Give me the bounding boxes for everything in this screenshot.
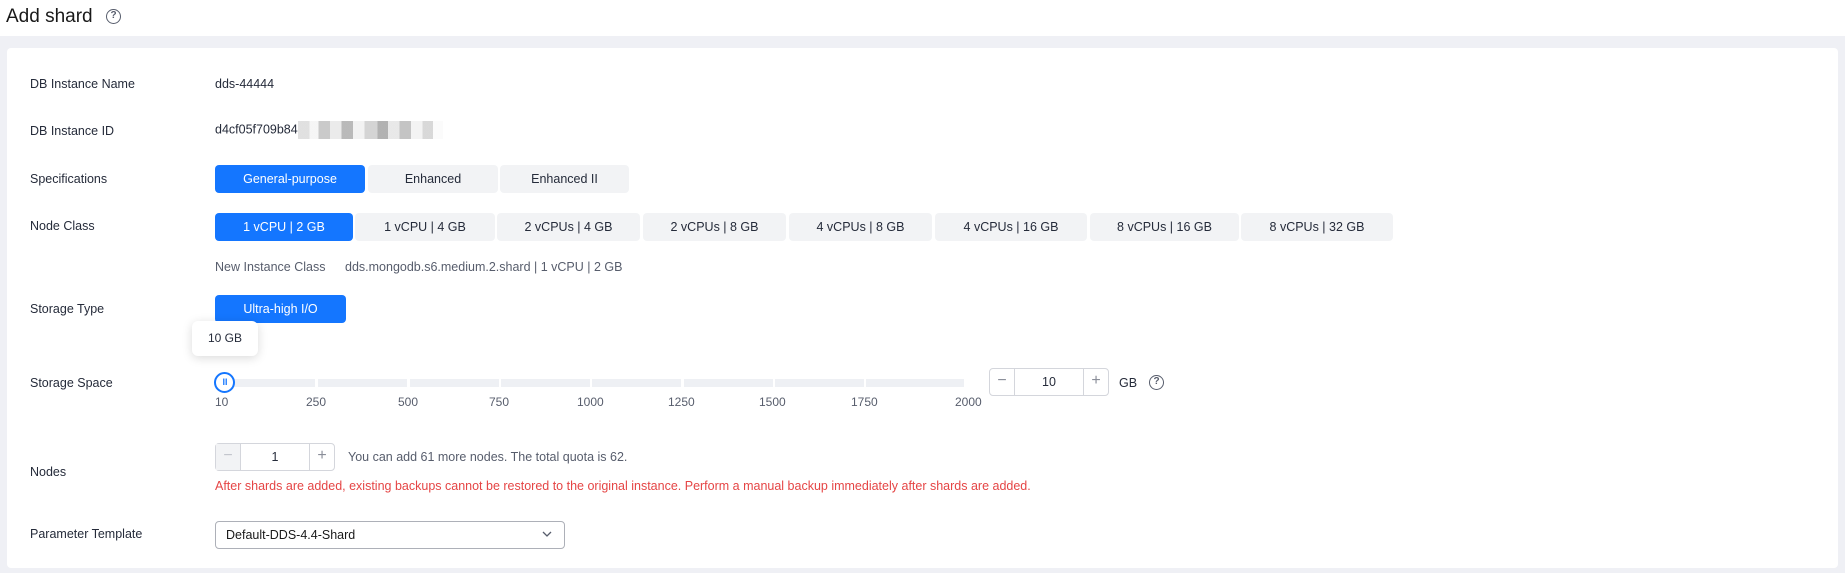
spec-option-enhanced-ii[interactable]: Enhanced II [500, 165, 629, 193]
parameter-template-value: Default-DDS-4.4-Shard [226, 528, 356, 542]
node-class-label: Node Class [30, 219, 95, 233]
slider-tick-label: 1750 [851, 395, 878, 409]
slider-tick-label: 750 [489, 395, 510, 409]
specifications-label: Specifications [30, 172, 108, 186]
slider-tick-label: 1250 [668, 395, 695, 409]
nodes-quota-hint: You can add 61 more nodes. The total quo… [348, 450, 628, 464]
node-class-option-6[interactable]: 4 vCPUs | 16 GB [935, 213, 1087, 241]
storage-help-icon[interactable]: ? [1149, 375, 1164, 390]
storage-decrement-button[interactable]: − [990, 369, 1015, 395]
page-header: Add shard ? [0, 0, 1845, 36]
storage-slider-handle[interactable]: III [214, 372, 235, 393]
storage-unit-label: GB [1119, 376, 1138, 390]
storage-space-stepper: − 10 + [989, 368, 1109, 396]
instance-id-text: d4cf05f709b84 [215, 122, 298, 137]
spec-option-enhanced[interactable]: Enhanced [368, 165, 498, 193]
slider-track-segment[interactable] [592, 379, 681, 387]
nodes-stepper: − 1 + [215, 443, 335, 471]
new-instance-class-label: New Instance Class [215, 260, 326, 274]
parameter-template-select[interactable]: Default-DDS-4.4-Shard [215, 521, 565, 549]
nodes-input[interactable]: 1 [241, 444, 309, 470]
storage-increment-button[interactable]: + [1083, 369, 1108, 395]
chevron-down-icon [542, 531, 552, 537]
spec-option-general-purpose[interactable]: General-purpose [215, 165, 365, 193]
node-class-option-8[interactable]: 8 vCPUs | 32 GB [1241, 213, 1393, 241]
slider-track-segment[interactable] [866, 379, 964, 387]
redacted-blur [297, 121, 443, 139]
storage-value-tooltip: 10 GB [192, 321, 258, 356]
slider-track-segment[interactable] [222, 379, 315, 387]
slider-track-segment[interactable] [410, 379, 499, 387]
node-class-option-1[interactable]: 1 vCPU | 2 GB [215, 213, 353, 241]
slider-track-segment[interactable] [684, 379, 773, 387]
nodes-label: Nodes [30, 465, 67, 479]
storage-type-option-ultra-high-io[interactable]: Ultra-high I/O [215, 295, 346, 323]
storage-space-label: Storage Space [30, 376, 113, 390]
slider-tick-label: 250 [306, 395, 327, 409]
node-class-option-2[interactable]: 1 vCPU | 4 GB [355, 213, 495, 241]
shard-backup-warning: After shards are added, existing backups… [215, 479, 1031, 493]
slider-tick-label: 2000 [955, 395, 982, 409]
storage-type-label: Storage Type [30, 302, 105, 316]
help-icon[interactable]: ? [106, 9, 121, 24]
nodes-increment-button[interactable]: + [309, 444, 334, 470]
slider-track-segment[interactable] [775, 379, 864, 387]
slider-track-segment[interactable] [501, 379, 590, 387]
node-class-option-4[interactable]: 2 vCPUs | 8 GB [643, 213, 786, 241]
node-class-option-3[interactable]: 2 vCPUs | 4 GB [497, 213, 640, 241]
node-class-option-7[interactable]: 8 vCPUs | 16 GB [1090, 213, 1239, 241]
node-class-option-5[interactable]: 4 vCPUs | 8 GB [789, 213, 932, 241]
slider-tick-label: 10 [215, 395, 229, 409]
instance-name-label: DB Instance Name [30, 77, 135, 91]
slider-tick-label: 500 [398, 395, 419, 409]
instance-id-value: d4cf05f709b84 [215, 121, 443, 139]
storage-space-input[interactable]: 10 [1015, 369, 1083, 395]
instance-name-value: dds-44444 [215, 77, 275, 91]
new-instance-class-value: dds.mongodb.s6.medium.2.shard | 1 vCPU |… [345, 260, 623, 274]
slider-tick-label: 1500 [759, 395, 786, 409]
slider-track-segment[interactable] [318, 379, 407, 387]
instance-id-label: DB Instance ID [30, 124, 115, 138]
parameter-template-label: Parameter Template [30, 527, 143, 541]
nodes-decrement-button[interactable]: − [216, 444, 241, 470]
slider-tick-label: 1000 [577, 395, 604, 409]
page-title: Add shard [6, 6, 93, 27]
